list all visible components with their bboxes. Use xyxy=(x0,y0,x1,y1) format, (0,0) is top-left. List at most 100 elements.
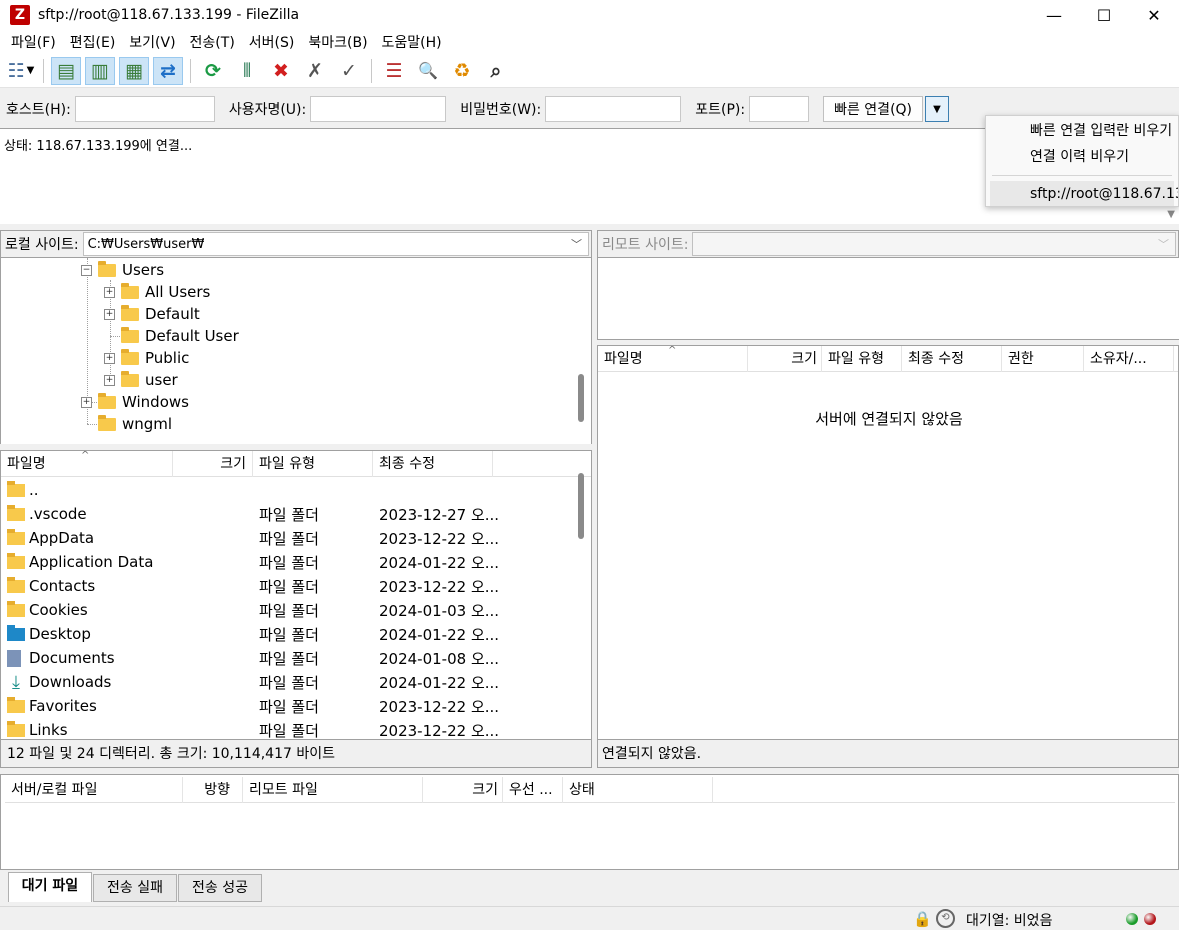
tree-item-label: wngml xyxy=(122,415,173,433)
minimize-button[interactable]: — xyxy=(1029,0,1079,30)
process-queue-icon[interactable]: ⦀ xyxy=(232,57,262,85)
chevron-down-icon[interactable]: ﹀ xyxy=(571,236,582,252)
compare-icon[interactable]: 🔍 xyxy=(413,57,443,85)
quickconnect-history-menu: 빠른 연결 입력란 비우기 연결 이력 비우기 sftp://root@118.… xyxy=(985,115,1179,207)
menu-view[interactable]: 보기(V) xyxy=(122,32,182,52)
file-row[interactable]: Application Data 파일 폴더 2024-01-22 오... xyxy=(1,550,571,574)
scrollbar-thumb[interactable] xyxy=(578,374,584,422)
toggle-remote-tree-icon[interactable]: ▦ xyxy=(119,56,149,85)
column-server-local-file[interactable]: 서버/로컬 파일 xyxy=(5,776,183,803)
tree-item[interactable]: + Windows xyxy=(81,391,189,413)
local-file-list[interactable]: 파일명 ^ 크기 파일 유형 최종 수정 .. .vscode 파일 폴더 202… xyxy=(0,450,592,740)
chevron-down-icon[interactable]: ﹀ xyxy=(1158,236,1169,252)
tab-successful-transfers[interactable]: 전송 성공 xyxy=(178,874,262,902)
quickconnect-dropdown-button[interactable]: ▼ xyxy=(925,96,950,122)
column-priority[interactable]: 우선 ... xyxy=(503,776,563,803)
quickconnect-button[interactable]: 빠른 연결(Q) xyxy=(823,96,924,122)
column-filetype[interactable]: 파일 유형 xyxy=(253,451,373,477)
tree-item[interactable]: − Users xyxy=(81,259,164,281)
column-filename[interactable]: 파일명 ^ xyxy=(598,345,748,372)
transfer-queue[interactable]: 서버/로컬 파일 방향 리모트 파일 크기 우선 ... 상태 xyxy=(0,774,1179,870)
port-label: 포트(P): xyxy=(695,102,746,118)
local-directory-tree[interactable]: − Users + All Users + Default Default Us… xyxy=(0,258,592,444)
scroll-down-arrow-icon[interactable]: ▼ xyxy=(1167,209,1175,220)
column-permissions[interactable]: 권한 xyxy=(1002,345,1084,372)
column-filename[interactable]: 파일명 ^ xyxy=(1,451,173,477)
tree-item[interactable]: + Default xyxy=(104,303,200,325)
send-led-icon xyxy=(1144,913,1156,925)
file-row[interactable]: .. xyxy=(1,478,571,502)
file-row[interactable]: Documents 파일 폴더 2024-01-08 오... xyxy=(1,646,571,670)
status-bar: 🔒 ⟲ 대기열: 비었음 xyxy=(0,906,1179,930)
host-input[interactable] xyxy=(74,96,215,122)
menu-server[interactable]: 서버(S) xyxy=(242,32,302,52)
local-status-text: 12 파일 및 24 디렉터리. 총 크기: 10,114,417 바이트 xyxy=(0,740,592,768)
tab-failed-transfers[interactable]: 전송 실패 xyxy=(93,874,177,902)
toggle-local-tree-icon[interactable]: ▥ xyxy=(85,56,115,85)
column-owner[interactable]: 소유자/... xyxy=(1084,345,1174,372)
reconnect-icon[interactable]: ✓ xyxy=(334,57,364,85)
password-input[interactable] xyxy=(545,96,682,122)
tree-item[interactable]: Default User xyxy=(104,325,239,347)
file-row[interactable]: Desktop 파일 폴더 2024-01-22 오... xyxy=(1,622,571,646)
toolbar-separator xyxy=(190,58,191,83)
column-size[interactable]: 크기 xyxy=(173,451,253,477)
file-row[interactable]: Favorites 파일 폴더 2023-12-22 오... xyxy=(1,694,571,718)
expand-icon[interactable]: + xyxy=(104,286,115,298)
search-icon[interactable]: ⌕ xyxy=(481,57,511,85)
expand-icon[interactable]: + xyxy=(104,352,115,364)
menu-edit[interactable]: 편집(E) xyxy=(63,32,123,52)
menu-transfer[interactable]: 전송(T) xyxy=(183,32,242,52)
file-row[interactable]: Contacts 파일 폴더 2023-12-22 오... xyxy=(1,574,571,598)
speed-limit-icon[interactable]: ⟲ xyxy=(936,909,955,928)
menu-bookmarks[interactable]: 북마크(B) xyxy=(301,32,374,52)
menu-file[interactable]: 파일(F) xyxy=(4,32,63,52)
column-size[interactable]: 크기 xyxy=(423,776,503,803)
column-status[interactable]: 상태 xyxy=(563,776,713,803)
site-manager-icon[interactable]: ☷ ▼ xyxy=(6,57,36,85)
column-remote-file[interactable]: 리모트 파일 xyxy=(243,776,423,803)
clear-history-item[interactable]: 연결 이력 비우기 xyxy=(986,144,1178,170)
remote-path-combo[interactable]: ﹀ xyxy=(692,232,1176,256)
port-input[interactable] xyxy=(749,96,810,122)
tree-item[interactable]: wngml xyxy=(81,413,172,435)
file-row[interactable]: Cookies 파일 폴더 2024-01-03 오... xyxy=(1,598,571,622)
folder-icon xyxy=(7,528,25,545)
expand-icon[interactable]: + xyxy=(104,374,115,386)
password-label: 비밀번호(W): xyxy=(460,102,542,118)
tree-item[interactable]: + All Users xyxy=(104,281,210,303)
close-button[interactable]: ✕ xyxy=(1129,0,1179,30)
clear-quickconnect-bar-item[interactable]: 빠른 연결 입력란 비우기 xyxy=(986,118,1178,144)
file-row[interactable]: Links 파일 폴더 2023-12-22 오... xyxy=(1,718,571,739)
collapse-icon[interactable]: − xyxy=(81,264,92,276)
local-path-combo[interactable]: C:₩Users₩user₩ ﹀ xyxy=(82,232,589,256)
column-modified[interactable]: 최종 수정 xyxy=(373,451,493,477)
sync-browse-icon[interactable]: ♻ xyxy=(447,57,477,85)
tab-queued-files[interactable]: 대기 파일 xyxy=(8,872,92,902)
maximize-button[interactable]: ☐ xyxy=(1079,0,1129,30)
filter-icon[interactable]: ☰ xyxy=(379,57,409,85)
toggle-queue-icon[interactable]: ⇄ xyxy=(153,56,183,85)
column-modified[interactable]: 최종 수정 xyxy=(902,345,1002,372)
expand-icon[interactable]: + xyxy=(104,308,115,320)
tree-item-selected[interactable]: + user xyxy=(104,369,178,391)
column-direction[interactable]: 방향 xyxy=(183,776,243,803)
disconnect-icon[interactable]: ✗ xyxy=(300,57,330,85)
file-row[interactable]: ⤓ Downloads 파일 폴더 2024-01-22 오... xyxy=(1,670,571,694)
file-row[interactable]: AppData 파일 폴더 2023-12-22 오... xyxy=(1,526,571,550)
history-entry[interactable]: sftp://root@118.67.133.199 xyxy=(990,181,1178,206)
remote-file-list[interactable]: 파일명 ^ 크기 파일 유형 최종 수정 권한 소유자/... 서버에 연결되지 … xyxy=(597,345,1179,740)
cancel-icon[interactable]: ✖ xyxy=(266,57,296,85)
toggle-message-log-icon[interactable]: ▤ xyxy=(51,56,81,85)
file-row[interactable]: .vscode 파일 폴더 2023-12-27 오... xyxy=(1,502,571,526)
column-size[interactable]: 크기 xyxy=(748,345,822,372)
refresh-icon[interactable]: ⟳ xyxy=(198,57,228,85)
expand-icon[interactable]: + xyxy=(81,396,92,408)
folder-icon xyxy=(7,696,25,713)
username-input[interactable] xyxy=(310,96,447,122)
tree-item[interactable]: + Public xyxy=(104,347,189,369)
column-filetype[interactable]: 파일 유형 xyxy=(822,345,902,372)
menu-help[interactable]: 도움말(H) xyxy=(375,32,449,52)
remote-directory-tree[interactable] xyxy=(597,258,1179,340)
scrollbar-thumb[interactable] xyxy=(578,473,584,539)
